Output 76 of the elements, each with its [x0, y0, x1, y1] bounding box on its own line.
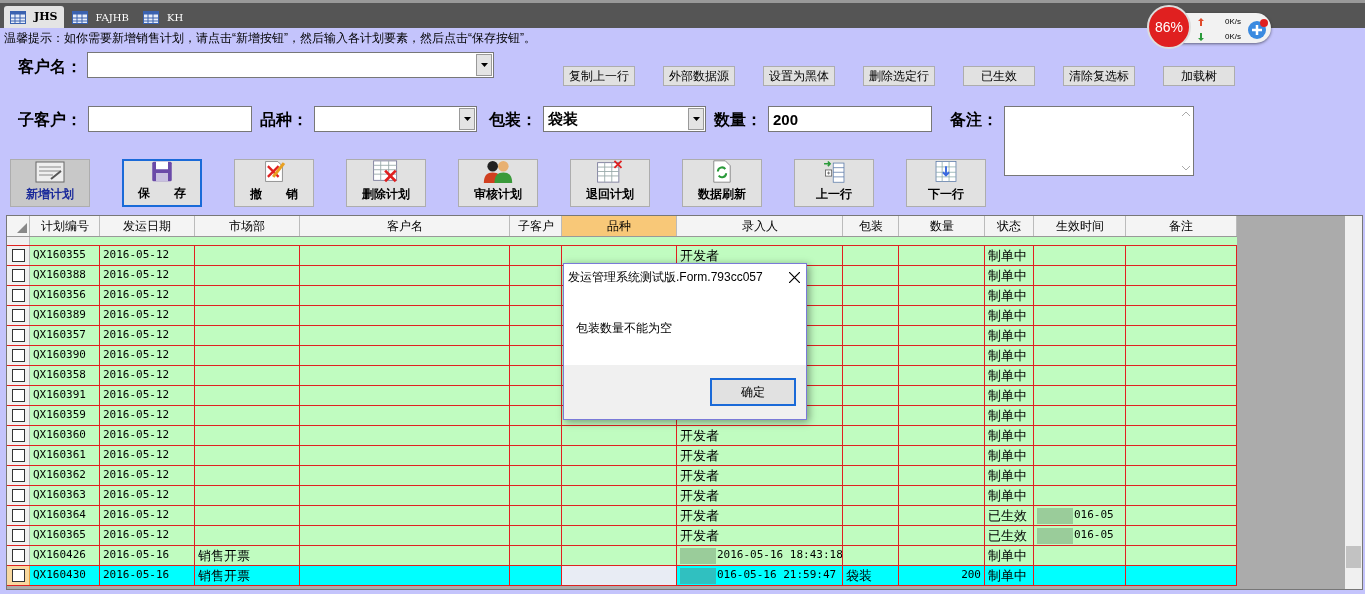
table-cell: QX160389 — [30, 306, 100, 325]
table-cell: 2016-05-12 — [100, 526, 195, 545]
table-cell: QX160359 — [30, 406, 100, 425]
table-cell: QX160364 — [30, 506, 100, 525]
table-cell: 2016-05-12 — [100, 466, 195, 485]
table-cell: QX160361 — [30, 446, 100, 465]
table-cell: 制单中 — [985, 406, 1034, 425]
table-cell: 制单中 — [985, 386, 1034, 405]
table-cell: QX160358 — [30, 366, 100, 385]
table-cell: QX160363 — [30, 486, 100, 505]
field-label: 备注： — [950, 110, 998, 130]
table-cell: 2016-05-12 — [100, 366, 195, 385]
table-cell: 制单中 — [985, 306, 1034, 325]
table-cell: 016-05-16 21:59:47 — [717, 567, 837, 584]
table-cell: 制单中 — [985, 426, 1034, 445]
table-cell: 2016-05-12 — [100, 266, 195, 285]
table-cell: 已生效 — [985, 506, 1034, 525]
table-cell: 制单中 — [985, 286, 1034, 305]
hint-text: 温馨提示：如你需要新增销售计划，请点击“新增按钮”，然后输入各计划要素，然后点击“保存按钮”。 — [3, 30, 537, 46]
table-cell: QX160362 — [30, 466, 100, 485]
table-cell: 016-05 — [1074, 507, 1114, 524]
table-cell: 开发者 — [677, 526, 843, 545]
table-cell: 2016-05-16 — [100, 546, 195, 565]
field-label: 包装： — [489, 110, 537, 130]
table-cell: 销售开票 — [195, 546, 300, 565]
table-cell: 开发者 — [677, 466, 843, 485]
table-cell: 制单中 — [985, 346, 1034, 365]
dialog-message: 包装数量不能为空 — [576, 319, 672, 337]
table-cell: 制单中 — [985, 246, 1034, 265]
table-cell: 2016-05-12 — [100, 446, 195, 465]
table-cell: 2016-05-12 — [100, 326, 195, 345]
table-cell: 开发者 — [677, 426, 843, 445]
field-label: 品种： — [260, 110, 308, 130]
table-cell: 2016-05-12 — [100, 486, 195, 505]
table-cell: 2016-05-16 — [100, 566, 195, 585]
table-cell: 已生效 — [985, 526, 1034, 545]
table-cell: QX160388 — [30, 266, 100, 285]
table-cell: QX160360 — [30, 426, 100, 445]
table-cell: QX160356 — [30, 286, 100, 305]
table-cell: 制单中 — [985, 446, 1034, 465]
dialog-title: 发运管理系统测试版.Form.793cc057 — [568, 269, 763, 286]
table-cell: QX160355 — [30, 246, 100, 265]
table-cell: QX160391 — [30, 386, 100, 405]
table-cell: QX160357 — [30, 326, 100, 345]
table-cell: 销售开票 — [195, 566, 300, 585]
table-cell: 2016-05-12 — [100, 406, 195, 425]
table-cell: 制单中 — [985, 546, 1034, 565]
table-cell: 2016-05-12 — [100, 386, 195, 405]
table-cell: 2016-05-12 — [100, 306, 195, 325]
field-label: 子客户： — [18, 110, 82, 130]
table-cell: 2016-05-12 — [100, 426, 195, 445]
table-cell: 开发者 — [677, 486, 843, 505]
table-cell: 200 — [899, 566, 985, 585]
field-label: 数量： — [714, 110, 762, 130]
upload-speed: 0K/s — [1224, 17, 1241, 27]
table-cell: 制单中 — [985, 466, 1034, 485]
table-cell: QX160430 — [30, 566, 100, 585]
download-speed: 0K/s — [1224, 32, 1241, 42]
table-cell: QX160365 — [30, 526, 100, 545]
table-cell: 开发者 — [677, 446, 843, 465]
field-label: 客户名： — [18, 57, 82, 77]
table-cell: 开发者 — [677, 506, 843, 525]
table-cell: 2016-05-16 18:43:18 — [717, 547, 842, 564]
table-cell: 2016-05-12 — [100, 506, 195, 525]
table-cell: 2016-05-12 — [100, 346, 195, 365]
table-cell: 016-05 — [1074, 527, 1114, 544]
table-cell: 2016-05-12 — [100, 286, 195, 305]
table-cell: 制单中 — [985, 266, 1034, 285]
table-cell: 制单中 — [985, 326, 1034, 345]
table-cell: QX160426 — [30, 546, 100, 565]
table-cell: 袋装 — [843, 566, 899, 585]
table-cell: 制单中 — [985, 366, 1034, 385]
table-cell: 制单中 — [985, 486, 1034, 505]
table-cell: 2016-05-12 — [100, 246, 195, 265]
table-cell: QX160390 — [30, 346, 100, 365]
table-cell: 制单中 — [985, 566, 1034, 585]
